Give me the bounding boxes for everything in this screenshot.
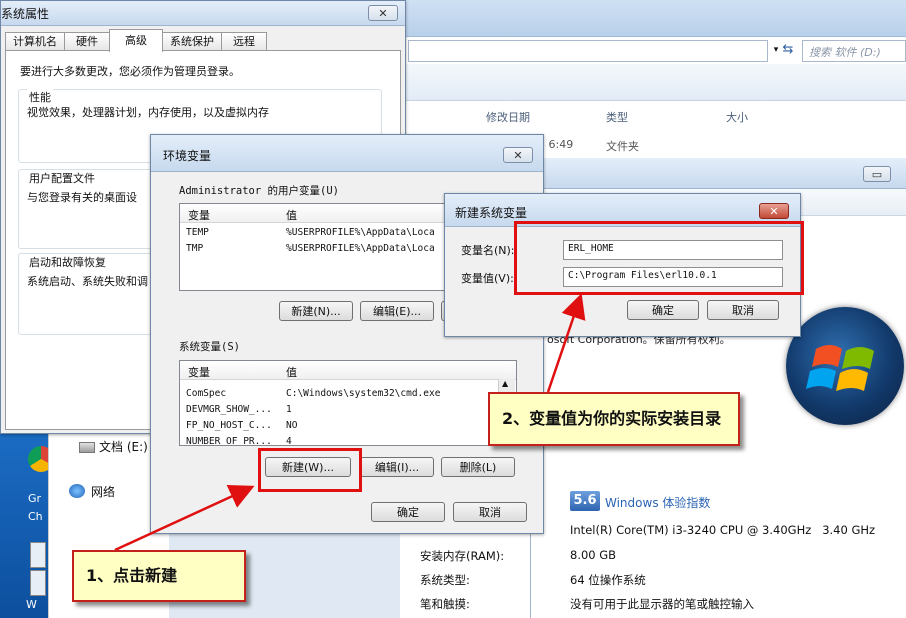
column-header-type[interactable]: 类型 [606,109,628,125]
env-title-bar: 环境变量 ✕ [151,135,543,172]
callout-step1: 1、点击新建 [72,550,246,602]
callout-step2: 2、变量值为你的实际安装目录 [488,392,740,446]
ram-value: 8.00 GB [570,548,617,562]
address-bar[interactable] [408,40,768,62]
desktop-area: Gr Ch W [0,430,54,618]
startup-desc: 系统启动、系统失败和调 [27,275,148,288]
nav-network[interactable]: 网络 [91,483,115,500]
table-row[interactable]: FP_NO_HOST_C... NO [186,419,496,433]
table-row[interactable]: ComSpec C:\Windows\system32\cmd.exe [186,387,496,401]
close-icon: ✕ [378,7,388,20]
system-vars-header: 变量 值 [180,361,516,380]
new-var-close-button[interactable]: ✕ [759,203,789,219]
performance-desc: 视觉效果，处理器计划，内存使用，以及虚拟内存 [27,106,269,119]
pen-touch-value: 没有可用于此显示器的笔或触控输入 [570,597,754,611]
highlight-variable-fields [514,221,804,295]
refresh-icon[interactable]: ⇆ [778,40,798,60]
startup-title: 启动和故障恢复 [27,254,108,270]
close-button[interactable]: ✕ [368,5,398,21]
system-type-value: 64 位操作系统 [570,573,646,587]
processor-value: Intel(R) Core(TM) i3-3240 CPU @ 3.40GHz … [570,523,876,537]
performance-title: 性能 [27,89,53,105]
callout-step1-text: 1、点击新建 [86,566,178,585]
search-input[interactable]: 搜索 软件 (D:) [802,40,906,62]
minimize-button[interactable]: ▭ [863,166,891,182]
drive-icon [79,442,95,453]
col-var[interactable]: 变量 [188,364,210,380]
pen-touch-label: 笔和触摸: [420,597,470,611]
nav-documents[interactable]: 文档 (E:) [99,438,148,455]
env-title: 环境变量 [163,149,212,163]
close-icon: ✕ [513,149,523,162]
user-vars-list[interactable]: 变量 值 TEMP %USERPROFILE%\AppData\Loca TMP… [179,203,481,291]
user-vars-header: 变量 值 [180,204,480,223]
explorer-title-bar [400,0,906,37]
desktop-label-w: W [26,598,37,611]
system-properties-title: 系统属性 [1,7,50,21]
shortcut-icon[interactable] [30,542,46,568]
table-row[interactable]: DEVMGR_SHOW_... 1 [186,403,496,417]
var-value-label: 变量值(V): [461,272,514,285]
wei-link[interactable]: Windows 体验指数 [605,494,710,511]
env-close-button[interactable]: ✕ [503,147,533,163]
user-profiles-title: 用户配置文件 [27,170,97,186]
wei-score: 5.6 [573,493,597,508]
ram-label: 安装内存(RAM): [420,549,505,563]
file-row-type: 文件夹 [606,140,639,153]
column-header-row: 修改日期 类型 大小 [478,104,906,128]
desktop-label-ch: Ch [28,510,43,523]
table-row[interactable]: TEMP %USERPROFILE%\AppData\Loca [186,226,480,240]
new-var-ok-button[interactable]: 确定 [627,300,699,320]
tab-remote[interactable]: 远程 [221,32,267,51]
tab-computer-name[interactable]: 计算机名 [5,32,65,51]
col-var[interactable]: 变量 [188,207,210,223]
admin-note: 要进行大多数更改，您必须作为管理员登录。 [20,65,240,78]
table-row[interactable]: NUMBER_OF_PR... 4 [186,435,496,445]
shortcut-icon-2[interactable] [30,570,46,596]
env-cancel-button[interactable]: 取消 [453,502,527,522]
system-type-label: 系统类型: [420,573,470,587]
var-name-label: 变量名(N): [461,244,515,257]
env-ok-button[interactable]: 确定 [371,502,445,522]
callout-step2-text: 2、变量值为你的实际安装目录 [502,409,722,428]
windows-logo [786,307,904,425]
highlight-new-button [258,448,362,492]
system-properties-title-bar: 系统属性 ✕ [1,1,405,26]
tab-advanced[interactable]: 高级 [109,29,163,52]
col-val[interactable]: 值 [286,364,297,380]
desktop-label-gr: Gr [28,492,42,505]
system-panel-title-bar [531,158,906,189]
close-icon: ✕ [769,205,779,218]
user-vars-label: Administrator 的用户变量(U) [179,185,339,197]
column-header-size[interactable]: 大小 [726,109,748,125]
toolbar-strip [400,64,906,101]
system-delete-button[interactable]: 删除(L) [441,457,515,477]
network-icon [69,484,85,498]
user-profiles-desc: 与您登录有关的桌面设 [27,191,137,204]
scroll-up-icon[interactable]: ▲ [502,379,508,388]
user-new-button[interactable]: 新建(N)... [279,301,353,321]
user-edit-button[interactable]: 编辑(E)... [360,301,434,321]
wei-badge[interactable]: 5.6 [570,491,600,511]
tab-hardware[interactable]: 硬件 [64,32,110,51]
system-vars-label: 系统变量(S) [179,341,240,353]
search-placeholder: 搜索 软件 (D:) [809,46,881,59]
tab-system-protection[interactable]: 系统保护 [162,32,222,51]
table-row[interactable]: TMP %USERPROFILE%\AppData\Loca [186,242,480,256]
column-header-date[interactable]: 修改日期 [486,109,530,125]
windows-flag-icon [806,345,874,391]
system-edit-button[interactable]: 编辑(I)... [360,457,434,477]
new-var-title: 新建系统变量 [455,206,528,220]
system-vars-list[interactable]: 变量 值 ComSpec C:\Windows\system32\cmd.exe… [179,360,517,446]
col-val[interactable]: 值 [286,207,297,223]
new-var-cancel-button[interactable]: 取消 [707,300,779,320]
